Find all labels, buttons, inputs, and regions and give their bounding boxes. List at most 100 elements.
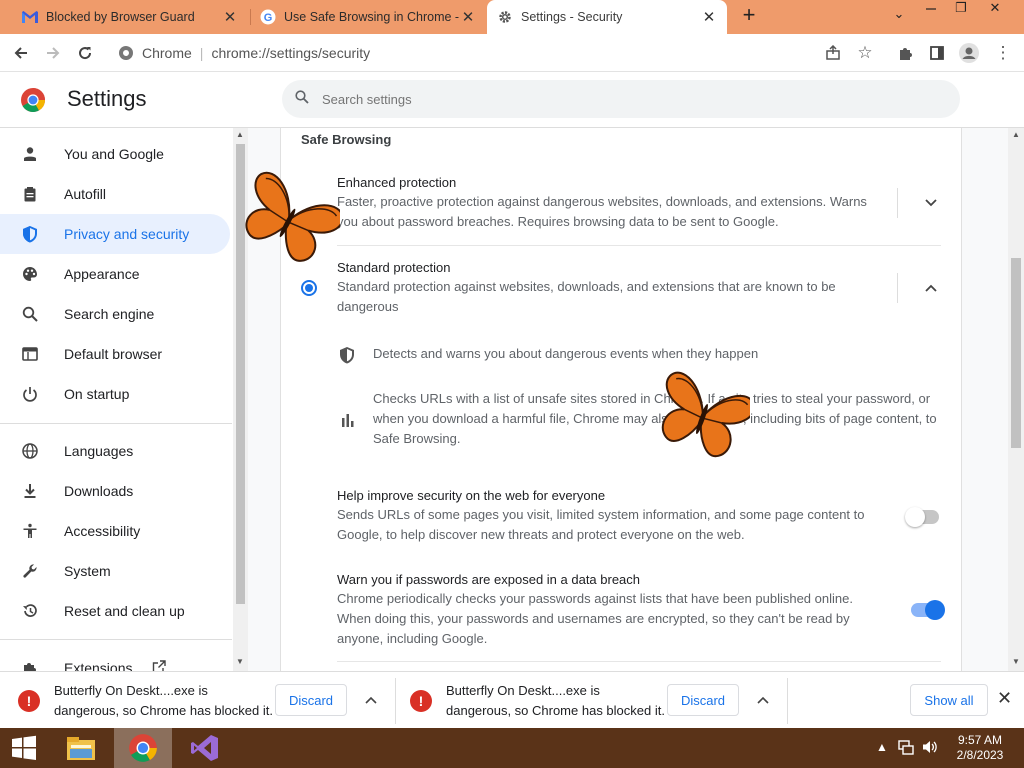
sidebar-item-appearance[interactable]: Appearance	[0, 254, 230, 294]
download-item[interactable]: ! Butterfly On Deskt....exe is dangerous…	[18, 678, 284, 724]
tab-title: Use Safe Browsing in Chrome - C	[284, 10, 460, 24]
scroll-down-arrow-icon[interactable]: ▼	[1012, 657, 1020, 666]
tab-search-icon[interactable]: ⌄	[884, 6, 914, 22]
back-button[interactable]	[8, 40, 34, 66]
download-status-text: Butterfly On Deskt....exe is dangerous, …	[54, 681, 284, 721]
standard-protection-title[interactable]: Standard protection	[337, 260, 450, 275]
sidebar-item-system[interactable]: System	[0, 551, 230, 591]
tray-overflow-icon[interactable]: ▲	[876, 740, 888, 754]
help-improve-title: Help improve security on the web for eve…	[337, 488, 606, 503]
minimize-button[interactable]	[916, 0, 946, 15]
svg-text:G: G	[264, 12, 273, 24]
discard-button[interactable]: Discard	[667, 684, 739, 716]
close-shelf-icon[interactable]: ✕	[997, 688, 1012, 709]
globe-icon	[0, 443, 64, 459]
bar-chart-icon	[341, 413, 355, 432]
detects-warns-text: Detects and warns you about dangerous ev…	[373, 346, 759, 361]
address-bar[interactable]: Chrome | chrome://settings/security	[110, 38, 890, 68]
tab-strip: Blocked by Browser Guard ✕ G Use Safe Br…	[0, 0, 1024, 34]
download-shelf: ! Butterfly On Deskt....exe is dangerous…	[0, 671, 1024, 728]
menu-kebab-icon[interactable]: ⋮	[990, 40, 1016, 66]
help-improve-desc: Sends URLs of some pages you visit, limi…	[337, 505, 897, 545]
omnibox-site-chip: Chrome	[142, 45, 192, 61]
network-icon[interactable]	[898, 739, 914, 758]
sidebar-item-privacy-and-security[interactable]: Privacy and security	[0, 214, 230, 254]
butterfly-overlay	[661, 371, 750, 457]
new-tab-button[interactable]: +	[738, 4, 760, 27]
sidebar-item-reset-and-clean-up[interactable]: Reset and clean up	[0, 591, 230, 631]
sidebar-item-languages[interactable]: Languages	[0, 431, 230, 471]
download-item[interactable]: ! Butterfly On Deskt....exe is dangerous…	[410, 678, 676, 724]
sidebar-item-downloads[interactable]: Downloads	[0, 471, 230, 511]
show-all-button[interactable]: Show all	[910, 684, 988, 716]
sidebar-item-default-browser[interactable]: Default browser	[0, 334, 230, 374]
password-breach-toggle[interactable]	[911, 600, 945, 620]
collapse-chevron-up-icon[interactable]	[916, 273, 946, 303]
power-icon	[0, 386, 64, 402]
download-options-chevron-icon[interactable]	[757, 692, 769, 707]
download-warning: dangerous, so Chrome has blocked it.	[446, 703, 665, 718]
windows-taskbar: ▲ 9:57 AM 2/8/2023	[0, 728, 1024, 768]
tab-use-safe-browsing[interactable]: G Use Safe Browsing in Chrome - C ✕	[250, 0, 486, 34]
restore-button[interactable]: ❐	[946, 0, 976, 16]
sidebar-item-extensions[interactable]: Extensions	[0, 648, 230, 671]
browser-icon	[0, 346, 64, 362]
main-scrollbar[interactable]: ▲ ▼	[1008, 128, 1024, 671]
extensions-puzzle-icon[interactable]	[892, 40, 918, 66]
windows-start-icon[interactable]	[6, 728, 42, 768]
chrome-taskbar-icon[interactable]	[114, 728, 172, 768]
enhanced-protection-title[interactable]: Enhanced protection	[337, 175, 456, 190]
page-title: Settings	[67, 86, 147, 111]
file-explorer-icon[interactable]	[60, 728, 102, 768]
tab-title: Settings - Security	[521, 10, 623, 24]
tab-close-icon[interactable]: ✕	[222, 8, 238, 26]
chrome-site-icon	[118, 45, 134, 64]
share-icon[interactable]	[820, 40, 846, 66]
reload-button[interactable]	[72, 40, 98, 66]
palette-icon	[0, 266, 64, 282]
clipboard-icon	[0, 186, 64, 202]
sidebar-item-label: System	[64, 563, 111, 579]
sidebar-item-label: On startup	[64, 386, 130, 402]
help-improve-toggle[interactable]	[905, 507, 939, 527]
bookmark-star-icon[interactable]: ☆	[852, 40, 878, 66]
browser-window: Blocked by Browser Guard ✕ G Use Safe Br…	[0, 0, 1024, 768]
volume-icon[interactable]	[922, 739, 938, 758]
tab-close-icon[interactable]: ✕	[701, 8, 717, 26]
profile-avatar[interactable]	[956, 40, 982, 66]
settings-header: Settings	[0, 72, 1024, 128]
system-clock[interactable]: 9:57 AM 2/8/2023	[952, 733, 1008, 763]
sidebar-item-autofill[interactable]: Autofill	[0, 174, 230, 214]
tab-close-icon[interactable]: ✕	[460, 8, 476, 26]
sidebar-item-you-and-google[interactable]: You and Google	[0, 134, 230, 174]
chrome-logo-icon	[20, 87, 46, 118]
sidebar-item-label: Languages	[64, 443, 134, 459]
desc-line: anyone, including Google.	[337, 631, 488, 646]
scroll-down-arrow-icon[interactable]: ▼	[236, 657, 244, 666]
discard-button[interactable]: Discard	[275, 684, 347, 716]
scroll-up-arrow-icon[interactable]: ▲	[1012, 130, 1020, 139]
visual-studio-icon[interactable]	[184, 728, 226, 768]
download-filename: Butterfly On Deskt....exe is	[446, 683, 600, 698]
omnibox-url[interactable]: chrome://settings/security	[211, 45, 370, 61]
vertical-separator	[897, 188, 898, 218]
omnibox-separator: |	[199, 45, 204, 61]
side-panel-icon[interactable]	[924, 40, 950, 66]
search-settings-box[interactable]	[282, 80, 960, 118]
sidebar-item-accessibility[interactable]: Accessibility	[0, 511, 230, 551]
scroll-up-arrow-icon[interactable]: ▲	[236, 130, 244, 139]
standard-protection-radio[interactable]	[301, 280, 317, 296]
forward-button[interactable]	[40, 40, 66, 66]
sidebar-item-search-engine[interactable]: Search engine	[0, 294, 230, 334]
tab-blocked-by-browser-guard[interactable]: Blocked by Browser Guard ✕	[12, 0, 248, 34]
tab-settings-security[interactable]: Settings - Security ✕	[487, 0, 727, 34]
sidebar-item-on-startup[interactable]: On startup	[0, 374, 230, 414]
scrollbar-thumb[interactable]	[1011, 258, 1021, 448]
download-warning: dangerous, so Chrome has blocked it.	[54, 703, 273, 718]
tab-title: Blocked by Browser Guard	[46, 10, 195, 24]
search-input[interactable]	[322, 91, 922, 107]
puzzle-icon	[0, 660, 64, 671]
expand-chevron-down-icon[interactable]	[916, 188, 946, 218]
download-options-chevron-icon[interactable]	[365, 692, 377, 707]
window-close-button[interactable]: ✕	[980, 0, 1010, 16]
